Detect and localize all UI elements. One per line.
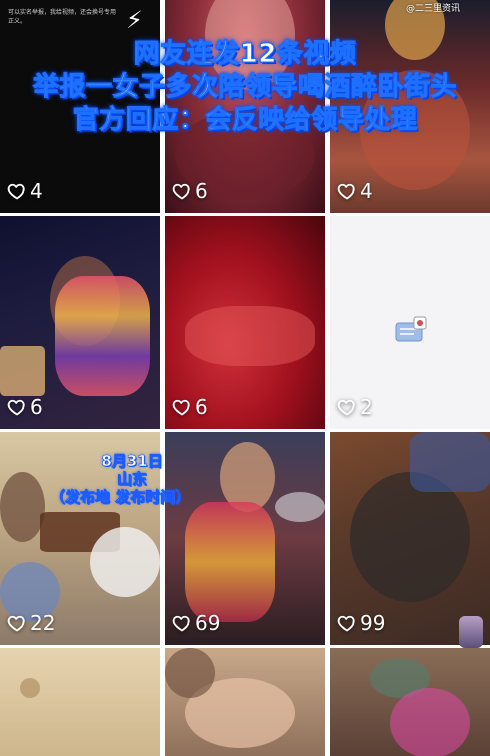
headline: 网友连发12条视频 举报一女子多次陪领导喝酒醉卧街头 官方回应：会反映给领导处理 (0, 38, 490, 137)
publish-info: 8月31日 山东 （发布地 发布时间） (40, 452, 200, 507)
like-count: 99 (337, 611, 385, 635)
video-tile-4[interactable]: 6 (0, 216, 160, 429)
like-count: 4 (7, 179, 43, 203)
like-count: 6 (7, 395, 43, 419)
like-count: 6 (172, 179, 208, 203)
like-count: 6 (172, 395, 208, 419)
avatar[interactable] (459, 616, 483, 648)
like-count: 69 (172, 611, 220, 635)
heart-outline-icon (337, 183, 355, 200)
heart-outline-icon (7, 183, 25, 200)
like-count: 4 (337, 179, 373, 203)
like-count-value: 4 (30, 179, 43, 203)
like-count-value: 22 (30, 611, 56, 635)
watermark: @二三里资讯 (405, 4, 460, 14)
heart-outline-icon (172, 615, 190, 632)
document-icon (395, 316, 427, 342)
publish-date: 8月31日 (101, 452, 163, 471)
heart-outline-icon (337, 615, 355, 632)
like-count-value: 4 (360, 179, 373, 203)
like-count-value: 6 (195, 395, 208, 419)
publish-place: 山东 (116, 470, 148, 489)
headline-line-1: 网友连发12条视频 (133, 39, 357, 70)
video-tile-9[interactable]: 99 (330, 432, 490, 645)
like-count-value: 6 (30, 395, 43, 419)
tile-caption: 可以实名举报，我给视频，还会换号专用正义。 (8, 9, 117, 25)
like-count-value: 99 (360, 611, 386, 635)
like-count-value: 2 (360, 395, 373, 419)
like-count: 2 (337, 395, 373, 419)
heart-outline-icon (172, 183, 190, 200)
heart-outline-icon (7, 399, 25, 416)
headline-line-2: 举报一女子多次陪领导喝酒醉卧街头 (32, 72, 457, 103)
publish-note: （发布地 发布时间） (49, 488, 191, 507)
heart-outline-icon (172, 399, 190, 416)
video-tile-5[interactable]: 6 (165, 216, 325, 429)
heart-outline-icon (337, 399, 355, 416)
lightning-icon: ⚡ (126, 6, 143, 34)
like-count: 22 (7, 611, 55, 635)
like-count-value: 69 (195, 611, 221, 635)
headline-line-3: 官方回应：会反映给领导处理 (72, 105, 418, 136)
video-tile-10[interactable] (0, 648, 160, 756)
video-tile-11[interactable] (165, 648, 325, 756)
like-count-value: 6 (195, 179, 208, 203)
video-tile-12[interactable] (330, 648, 490, 756)
heart-outline-icon (7, 615, 25, 632)
